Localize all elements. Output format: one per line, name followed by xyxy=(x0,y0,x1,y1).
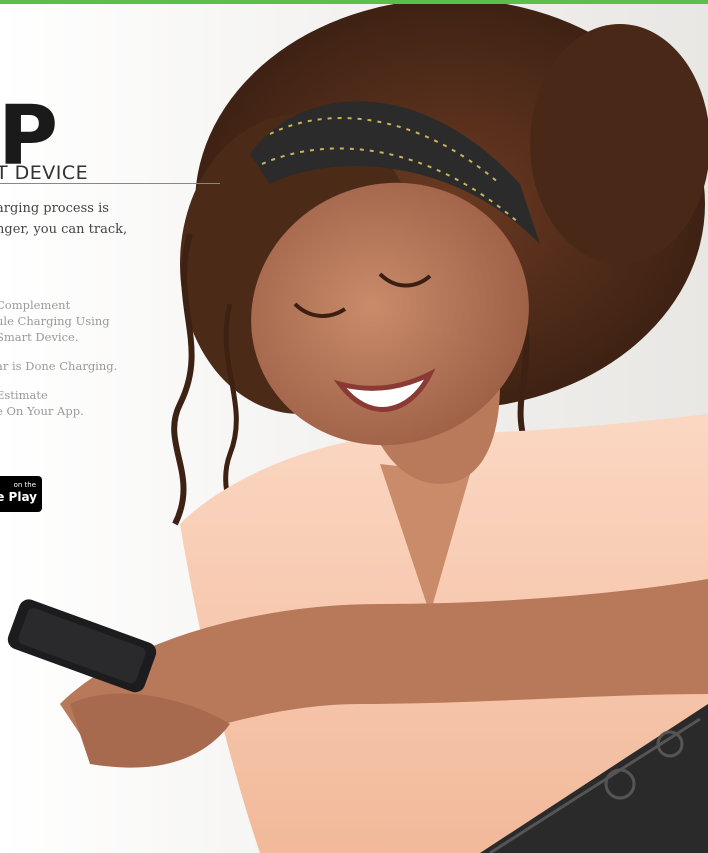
feature-line: ule Charging Using xyxy=(0,314,110,328)
intro-line: arging process is xyxy=(0,201,109,216)
feature-line: ar is Done Charging. xyxy=(0,359,118,373)
intro-line: nger, you can track, xyxy=(0,222,128,237)
feature-line: Complement xyxy=(0,298,71,312)
feature-line: Smart Device. xyxy=(0,330,79,344)
badge-store-name: e Play xyxy=(0,490,37,504)
feature-line: e On Your App. xyxy=(0,404,84,418)
feature-list: Complement ule Charging Using Smart Devi… xyxy=(0,297,117,432)
badge-small-text: on the xyxy=(13,481,36,489)
intro-text: arging process is nger, you can track, xyxy=(0,198,196,240)
feature-item: Complement ule Charging Using Smart Devi… xyxy=(0,297,117,345)
feature-line: Estimate xyxy=(0,388,48,402)
feature-item: ar is Done Charging. xyxy=(0,358,117,374)
subheading: T DEVICE xyxy=(0,162,89,184)
feature-item: Estimate e On Your App. xyxy=(0,387,117,419)
google-play-badge[interactable]: on the e Play xyxy=(0,476,42,512)
divider xyxy=(0,183,220,184)
